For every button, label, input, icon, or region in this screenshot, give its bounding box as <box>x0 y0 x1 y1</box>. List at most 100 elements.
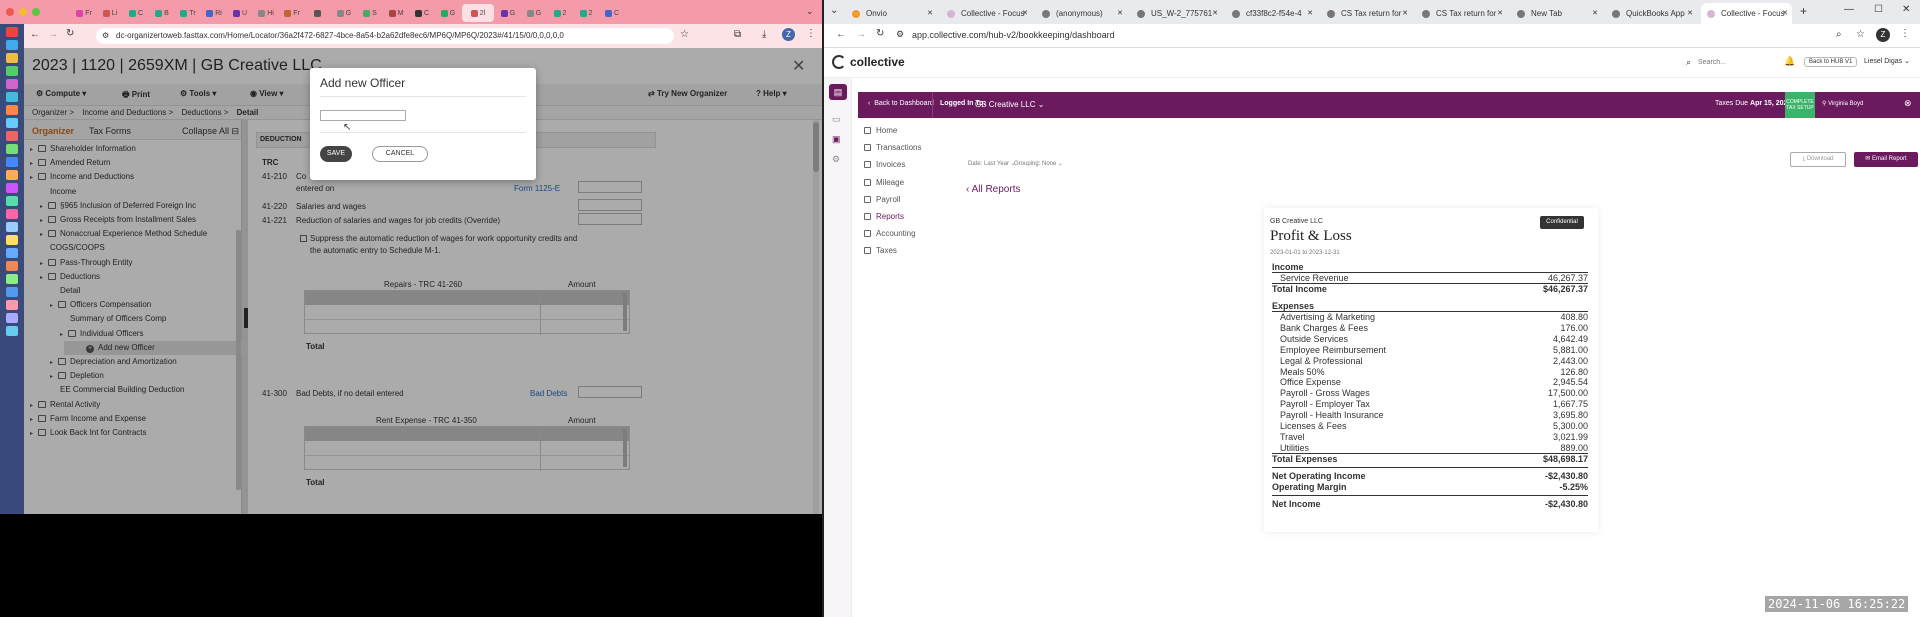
browser-tab[interactable]: 2 <box>548 4 572 22</box>
browser-menu-icon[interactable]: ⋮ <box>806 28 816 39</box>
app-rail: ▤ ▭ ▣ ⚙ <box>824 78 852 617</box>
briefcase-icon[interactable]: ▣ <box>832 134 841 145</box>
browser-tab[interactable]: 2 <box>574 4 598 22</box>
person-selector[interactable]: ⚲ Virginia Boyd <box>1822 100 1863 107</box>
download-icon[interactable]: ⤓ <box>762 29 766 40</box>
browser-tab[interactable]: C <box>600 4 624 22</box>
browser-tab[interactable]: G <box>332 4 356 22</box>
bell-icon[interactable]: 🔔 <box>1784 56 1795 67</box>
browser-tab[interactable]: Onvio ✕ <box>846 3 937 24</box>
browser-tab[interactable]: Tr <box>176 4 200 22</box>
save-button[interactable]: SAVE <box>320 146 352 162</box>
nav-icon <box>864 127 871 134</box>
sidebar-item-taxes[interactable]: Taxes <box>864 246 897 255</box>
sidebar-item-accounting[interactable]: Accounting <box>864 229 916 238</box>
zoom-window-icon[interactable] <box>32 8 40 16</box>
date-filter[interactable]: Date: Last Year ⌄ <box>968 160 1016 167</box>
back-icon[interactable]: ← <box>836 29 846 40</box>
left-url-input[interactable]: ⚙ dc-organizertoweb.fasttax.com/Home/Loc… <box>96 28 674 44</box>
site-info-icon[interactable]: ⚙ <box>896 29 904 40</box>
browser-tab[interactable]: cf33f8c2-f54e-4 ✕ <box>1226 3 1317 24</box>
tab-dropdown-icon[interactable]: ⌄ <box>806 6 814 17</box>
browser-tab[interactable]: Li <box>98 4 122 22</box>
sidebar-item-mileage[interactable]: Mileage <box>864 178 904 187</box>
officer-name-input[interactable] <box>320 110 406 121</box>
browser-tab[interactable]: B <box>150 4 174 22</box>
browser-tab[interactable]: 2l <box>462 4 494 22</box>
browser-tab[interactable]: Collective - Focus ✕ <box>1701 3 1792 24</box>
left-tab-bar: Fr Li C B Tr Ri U Hi Fr G S M C G 2l G G 2 2 C ⌄ <box>0 0 822 24</box>
browser-tab[interactable]: New Tab ✕ <box>1511 3 1602 24</box>
minimize-icon[interactable]: — <box>1844 4 1854 15</box>
left-url-text: dc-organizertoweb.fasttax.com/Home/Locat… <box>116 31 564 40</box>
complete-tax-setup-button[interactable]: COMPLETE TAX SETUP <box>1785 92 1815 118</box>
browser-menu-icon[interactable]: ⋮ <box>1900 28 1910 39</box>
extensions-icon[interactable]: ⧉ <box>734 29 741 40</box>
browser-tab[interactable]: G <box>496 4 520 22</box>
brand-name[interactable]: collective <box>850 55 905 69</box>
book-icon[interactable]: ▤ <box>829 84 847 100</box>
close-window-icon[interactable] <box>6 8 14 16</box>
reload-icon[interactable]: ↻ <box>66 28 74 39</box>
search-input[interactable] <box>1698 56 1788 69</box>
browser-tab[interactable]: Fr <box>72 4 96 22</box>
reload-icon[interactable]: ↻ <box>876 28 884 39</box>
sidebar-item-transactions[interactable]: Transactions <box>864 143 922 152</box>
profile-avatar[interactable]: Z <box>1876 28 1890 42</box>
download-button[interactable]: ⤓ Download <box>1790 152 1846 167</box>
browser-tab[interactable]: C <box>124 4 148 22</box>
back-to-dashboard-link[interactable]: ‹ Back to Dashboard <box>868 100 934 107</box>
maximize-icon[interactable]: ☐ <box>1874 4 1883 15</box>
expense-row: Advertising & Marketing 408.80 <box>1280 312 1588 322</box>
browser-tab[interactable]: G <box>436 4 460 22</box>
browser-tab[interactable]: G <box>522 4 546 22</box>
browser-tab[interactable]: Collective - Focus ✕ <box>941 3 1032 24</box>
browser-tab[interactable]: M <box>384 4 408 22</box>
sidebar-item-invoices[interactable]: Invoices <box>864 160 905 169</box>
back-to-hub-button[interactable]: Back to HUB V1 <box>1804 57 1858 67</box>
browser-tab[interactable]: CS Tax return for ✕ <box>1416 3 1507 24</box>
dialog-title: Add new Officer <box>320 76 406 90</box>
browser-tab[interactable]: C <box>410 4 434 22</box>
sidebar-item-payroll[interactable]: Payroll <box>864 195 900 204</box>
taxes-due-label: Taxes Due <box>1715 100 1749 107</box>
document-icon[interactable]: ▭ <box>832 114 841 125</box>
settings-icon[interactable]: ⊗ <box>1904 98 1912 109</box>
browser-tab[interactable]: Ri <box>202 4 226 22</box>
browser-tab[interactable] <box>306 4 330 22</box>
expense-row: Legal & Professional 2,443.00 <box>1280 355 1588 366</box>
browser-tab[interactable]: U <box>228 4 252 22</box>
browser-tab[interactable]: US_W-2_775761 ✕ <box>1131 3 1222 24</box>
site-info-icon[interactable]: ⚙ <box>102 28 109 44</box>
cancel-button[interactable]: CANCEL <box>372 146 428 162</box>
tab-search-icon[interactable]: ⌄ <box>830 5 838 16</box>
profile-avatar[interactable]: Z <box>782 28 795 41</box>
company-selector[interactable]: GB Creative LLC ⌄ <box>975 100 1044 109</box>
bookmark-star-icon[interactable]: ☆ <box>680 29 689 40</box>
forward-icon[interactable]: → <box>48 29 58 40</box>
forward-icon[interactable]: → <box>856 29 866 40</box>
operating-margin-row: Operating Margin -5.25% <box>1272 481 1588 492</box>
sidebar-item-home[interactable]: Home <box>864 126 897 135</box>
grouping-filter[interactable]: Grouping: None ⌄ <box>1014 160 1063 167</box>
browser-tab[interactable]: Hi <box>254 4 278 22</box>
sidebar-item-reports[interactable]: Reports <box>864 212 904 221</box>
new-tab-icon[interactable]: + <box>1800 4 1807 18</box>
back-icon[interactable]: ← <box>30 29 40 40</box>
browser-tab[interactable]: QuickBooks App ✕ <box>1606 3 1697 24</box>
email-report-button[interactable]: ✉ Email Report <box>1854 152 1918 167</box>
zoom-search-icon[interactable]: ⌕ <box>1836 29 1842 40</box>
bookmark-star-icon[interactable]: ☆ <box>1856 29 1865 40</box>
expense-row: Licenses & Fees 5,300.00 <box>1280 421 1588 431</box>
all-reports-link[interactable]: ‹ All Reports <box>966 184 1020 195</box>
browser-tab[interactable]: (anonymous) ✕ <box>1036 3 1127 24</box>
browser-tab[interactable]: Fr <box>280 4 304 22</box>
user-menu[interactable]: Liesel Digas ⌄ <box>1864 57 1910 65</box>
dock <box>0 24 24 514</box>
right-url-input[interactable]: app.collective.com/hub-v2/bookkeeping/da… <box>912 30 1115 40</box>
browser-tab[interactable]: CS Tax return for ✕ <box>1321 3 1412 24</box>
gear-icon[interactable]: ⚙ <box>832 154 840 165</box>
close-window-icon[interactable]: ✕ <box>1902 4 1910 15</box>
browser-tab[interactable]: S <box>358 4 382 22</box>
minimize-window-icon[interactable] <box>19 8 27 16</box>
